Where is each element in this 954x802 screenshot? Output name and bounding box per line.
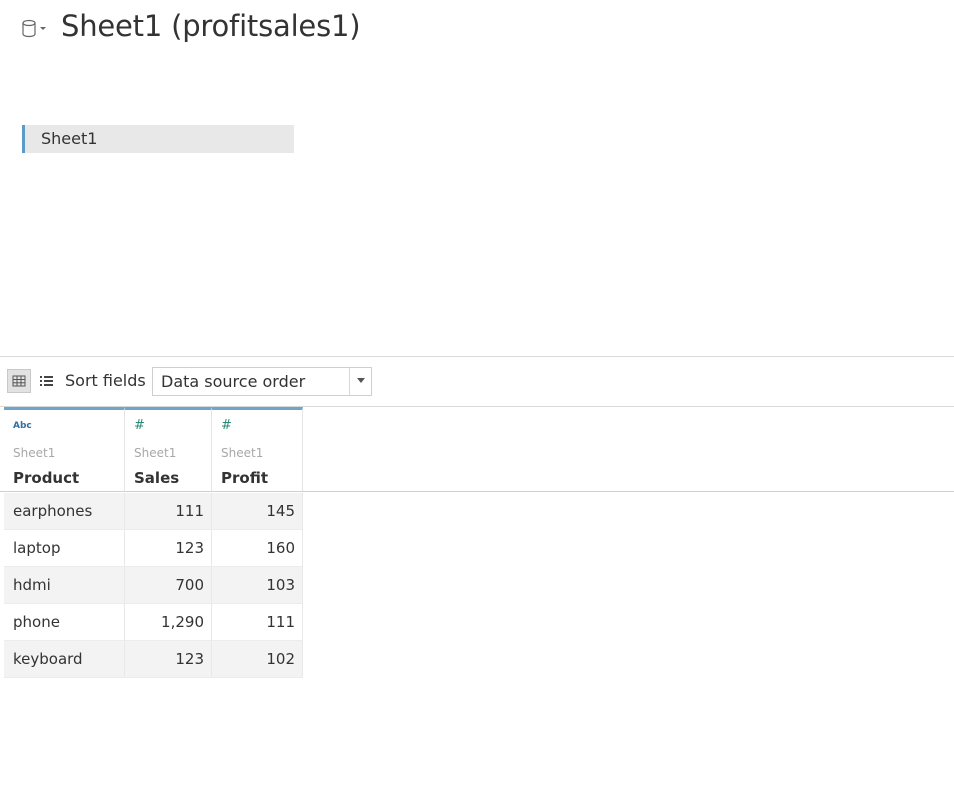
cell-profit: 103 xyxy=(212,567,303,603)
cell-product: keyboard xyxy=(4,641,125,677)
cell-profit: 111 xyxy=(212,604,303,640)
cell-sales: 123 xyxy=(125,530,212,566)
cell-profit: 160 xyxy=(212,530,303,566)
sort-fields-dropdown[interactable]: Data source order xyxy=(152,367,372,396)
cell-product: laptop xyxy=(4,530,125,566)
column-name: Profit xyxy=(221,469,268,487)
table-row: phone 1,290 111 xyxy=(4,604,303,641)
cell-product: earphones xyxy=(4,493,125,529)
table-row: hdmi 700 103 xyxy=(4,567,303,604)
list-view-button[interactable] xyxy=(36,369,58,393)
column-name: Sales xyxy=(134,469,180,487)
column-source: Sheet1 xyxy=(13,446,56,460)
table-row: earphones 111 145 xyxy=(4,493,303,530)
grid-toolbar: Sort fields Data source order xyxy=(0,356,954,407)
table-row: keyboard 123 102 xyxy=(4,641,303,678)
cell-profit: 102 xyxy=(212,641,303,677)
column-header-profit[interactable]: # Sheet1 Profit xyxy=(212,407,303,492)
column-header-product[interactable]: Abc Sheet1 Product xyxy=(4,407,125,492)
cell-product: hdmi xyxy=(4,567,125,603)
chevron-down-icon xyxy=(357,378,365,383)
string-type-icon[interactable]: Abc xyxy=(13,421,32,431)
table-chip-sheet1[interactable]: Sheet1 xyxy=(22,125,294,153)
list-view-icon xyxy=(40,376,53,386)
header-divider xyxy=(0,491,954,492)
cell-sales: 700 xyxy=(125,567,212,603)
cell-product: phone xyxy=(4,604,125,640)
sort-fields-value: Data source order xyxy=(161,372,306,391)
column-source: Sheet1 xyxy=(221,446,264,460)
cell-sales: 1,290 xyxy=(125,604,212,640)
column-name: Product xyxy=(13,469,80,487)
grid-view-icon xyxy=(12,375,26,387)
table-chip-label: Sheet1 xyxy=(41,129,98,148)
dropdown-divider xyxy=(349,368,350,395)
table-row: laptop 123 160 xyxy=(4,530,303,567)
page-title: Sheet1 (profitsales1) xyxy=(61,9,361,43)
cell-sales: 111 xyxy=(125,493,212,529)
number-type-icon[interactable]: # xyxy=(221,418,232,433)
grid-view-button[interactable] xyxy=(7,369,31,393)
cell-sales: 123 xyxy=(125,641,212,677)
sort-fields-label: Sort fields xyxy=(65,371,146,390)
cell-profit: 145 xyxy=(212,493,303,529)
column-header-sales[interactable]: # Sheet1 Sales xyxy=(125,407,212,492)
column-source: Sheet1 xyxy=(134,446,177,460)
number-type-icon[interactable]: # xyxy=(134,418,145,433)
database-icon[interactable] xyxy=(20,18,46,40)
